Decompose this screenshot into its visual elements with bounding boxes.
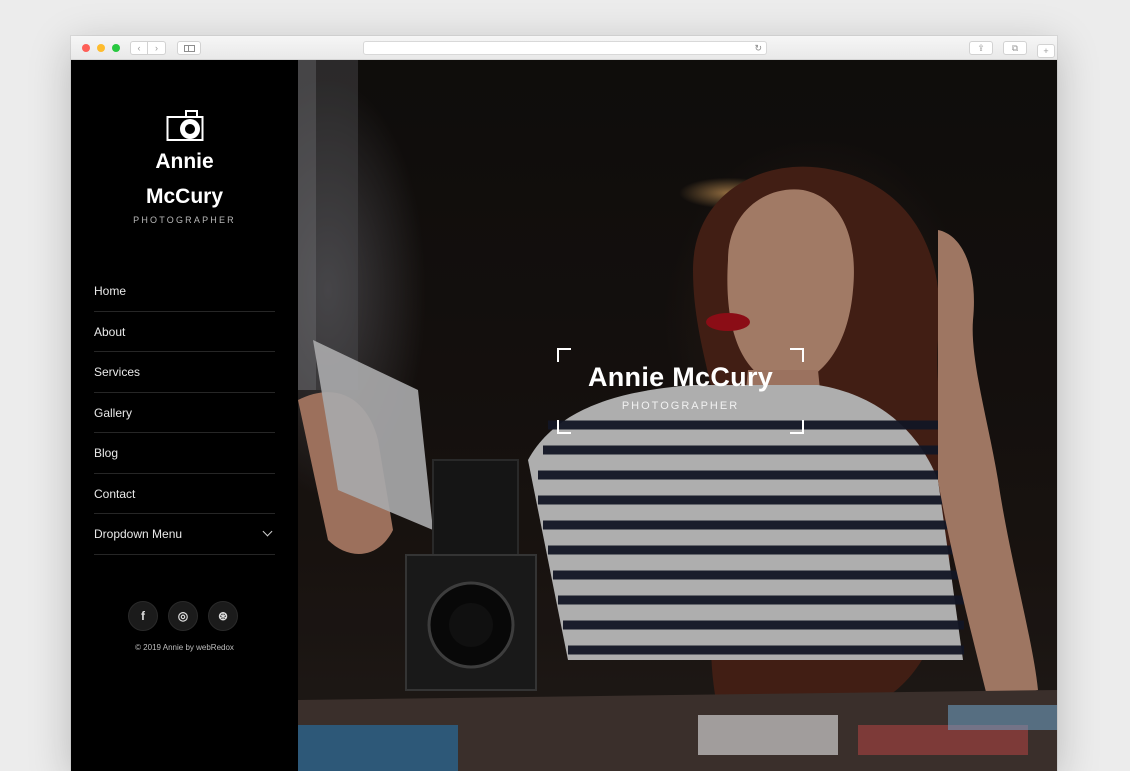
close-window-button[interactable] <box>82 44 90 52</box>
back-button[interactable]: ‹ <box>130 41 148 55</box>
menu-item-about[interactable]: About <box>94 312 275 352</box>
menu-item-label: Gallery <box>94 405 133 420</box>
brand-subtitle: PHOTOGRAPHER <box>133 215 236 225</box>
sidebar-icon <box>184 45 195 52</box>
menu-item-blog[interactable]: Blog <box>94 433 275 474</box>
reload-icon[interactable]: ↻ <box>754 42 762 54</box>
menu-item-label: Dropdown Menu <box>94 527 183 541</box>
frame-corner <box>557 348 571 362</box>
copyright-text: © 2019 Annie by webRedox <box>135 643 234 652</box>
hero-title: Annie McCury <box>587 362 774 392</box>
zoom-window-button[interactable] <box>112 44 120 52</box>
frame-corner <box>790 348 804 362</box>
menu-item-label: Blog <box>94 446 119 460</box>
menu-item-dropdown[interactable]: Dropdown Menu <box>94 514 275 555</box>
browser-window: ‹ › ↻ ⇪ ⧉ + Annie McCury PHOTOGRAPHER Ho… <box>71 36 1057 771</box>
address-bar[interactable]: ↻ <box>363 41 767 55</box>
brand-last-name: McCury <box>145 185 224 208</box>
menu-item-home[interactable]: Home <box>94 271 275 312</box>
social-links: f ◎ ⊛ <box>128 601 240 631</box>
hero-section: Annie McCury PHOTOGRAPHER <box>298 60 1057 771</box>
facebook-icon[interactable]: f <box>128 601 158 631</box>
sidebar-toggle-button[interactable] <box>177 41 201 55</box>
instagram-icon[interactable]: ◎ <box>168 601 198 631</box>
minimize-window-button[interactable] <box>97 44 105 52</box>
new-tab-button[interactable]: + <box>1037 44 1055 58</box>
main-menu: Home About Services Gallery Blog Contact… <box>94 271 275 555</box>
dribbble-icon[interactable]: ⊛ <box>208 601 238 631</box>
show-tabs-button[interactable]: ⧉ <box>1003 41 1027 55</box>
menu-item-label: Home <box>94 284 127 298</box>
menu-item-label: About <box>94 324 126 339</box>
sidebar: Annie McCury PHOTOGRAPHER Home About Ser… <box>71 60 298 771</box>
camera-icon <box>166 110 204 141</box>
menu-item-services[interactable]: Services <box>94 352 275 393</box>
forward-button[interactable]: › <box>148 41 166 55</box>
hero-title-block: Annie McCury PHOTOGRAPHER <box>557 348 804 434</box>
share-button[interactable]: ⇪ <box>969 41 993 55</box>
frame-corner <box>790 420 804 434</box>
browser-toolbar: ‹ › ↻ ⇪ ⧉ + <box>71 36 1057 60</box>
frame-corner <box>557 420 571 434</box>
menu-item-label: Services <box>94 365 141 379</box>
site-brand[interactable]: Annie McCury <box>71 144 298 214</box>
menu-item-label: Contact <box>94 486 136 501</box>
brand-first-name: Annie <box>155 150 214 173</box>
hero-subtitle: PHOTOGRAPHER <box>621 400 740 412</box>
chevron-down-icon[interactable] <box>262 526 273 537</box>
menu-item-contact[interactable]: Contact <box>94 474 275 514</box>
menu-item-gallery[interactable]: Gallery <box>94 393 275 433</box>
